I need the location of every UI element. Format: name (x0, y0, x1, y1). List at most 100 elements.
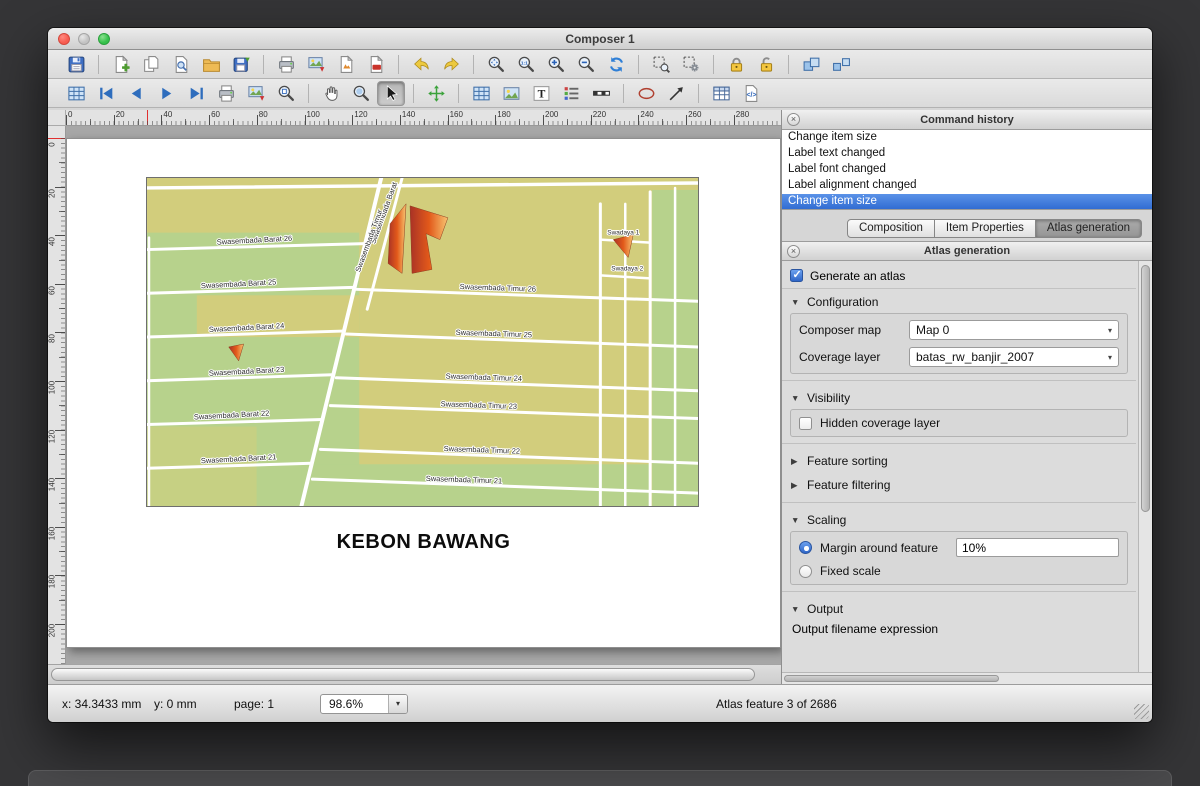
add-new-label-button[interactable]: T (527, 81, 555, 106)
history-item[interactable]: Label alignment changed (782, 178, 1152, 194)
panel-vertical-scrollbar[interactable] (1138, 261, 1152, 672)
map-item[interactable]: Swasembada Barat 26Swasembada Barat 25Sw… (146, 177, 699, 507)
margin-percent-input[interactable] (956, 538, 1119, 557)
svg-text:T: T (537, 87, 545, 100)
ruler-number: 60 (211, 110, 220, 119)
section-divider (782, 443, 1136, 444)
history-item[interactable]: Change item size (782, 194, 1152, 210)
export-as-svg-button[interactable] (332, 52, 360, 77)
export-atlas-as-image-button[interactable] (242, 81, 270, 106)
save-project-button[interactable] (62, 52, 90, 77)
add-new-map-button[interactable] (467, 81, 495, 106)
panel-horizontal-scrollbar[interactable] (782, 672, 1152, 684)
ruler-number: 0 (68, 110, 72, 119)
zoom-full-button[interactable] (482, 52, 510, 77)
close-window-button[interactable] (58, 33, 70, 45)
composition-page[interactable]: Swasembada Barat 26Swasembada Barat 25Sw… (66, 138, 781, 648)
new-composition-button[interactable] (107, 52, 135, 77)
composer-map-select[interactable]: Map 0 ▾ (909, 320, 1119, 340)
add-new-scalebar-button[interactable] (587, 81, 615, 106)
unlock-all-items-button[interactable] (752, 52, 780, 77)
scrollbar-thumb[interactable] (784, 675, 999, 682)
next-feature-button[interactable] (152, 81, 180, 106)
map-title-label[interactable]: KEBON BAWANG (67, 531, 780, 554)
section-feature-filtering-header[interactable]: ▶ Feature filtering (782, 474, 1136, 496)
export-as-image-button[interactable] (302, 52, 330, 77)
toolbar-separator (638, 55, 639, 74)
ruler-number: 180 (48, 574, 57, 590)
chevron-down-icon: ▾ (1104, 326, 1112, 335)
zoom-window-button[interactable] (98, 33, 110, 45)
generate-atlas-row[interactable]: ✓ Generate an atlas (782, 263, 1136, 289)
tab-item-properties[interactable]: Item Properties (935, 219, 1036, 238)
refresh-view-button[interactable] (602, 52, 630, 77)
composer-main-toolbar: 1:1 (48, 50, 1152, 79)
window-titlebar[interactable]: Composer 1 (48, 28, 1152, 50)
atlas-settings-button[interactable] (62, 81, 90, 106)
zoom-level-select[interactable]: 98.6% ▾ (320, 694, 408, 714)
section-scaling-header[interactable]: ▼ Scaling (782, 509, 1136, 531)
generate-atlas-checkbox[interactable]: ✓ (790, 269, 803, 282)
print-atlas-button[interactable] (212, 81, 240, 106)
snapping-settings-button[interactable] (677, 52, 705, 77)
history-item[interactable]: Change item size (782, 130, 1152, 146)
history-item[interactable]: Label text changed (782, 146, 1152, 162)
section-scaling-label: Scaling (807, 513, 846, 527)
first-feature-button[interactable] (92, 81, 120, 106)
scrollbar-thumb[interactable] (51, 668, 755, 681)
group-items-button[interactable] (797, 52, 825, 77)
canvas-horizontal-scrollbar[interactable] (48, 664, 781, 684)
tab-atlas-generation[interactable]: Atlas generation (1036, 219, 1142, 238)
composition-canvas[interactable]: Swasembada Barat 26Swasembada Barat 25Sw… (66, 126, 781, 664)
zoom-dropdown-arrow-icon[interactable]: ▾ (388, 695, 407, 713)
close-atlas-panel-button[interactable]: × (787, 245, 800, 258)
fixed-scale-radio[interactable] (799, 565, 812, 578)
zoom-in-button[interactable] (542, 52, 570, 77)
lock-selected-items-button[interactable] (722, 52, 750, 77)
zoom-out-button[interactable] (572, 52, 600, 77)
preview-atlas-button[interactable] (272, 81, 300, 106)
atlas-feature-indicator: Atlas feature 3 of 2686 (716, 697, 837, 711)
close-command-history-button[interactable]: × (787, 113, 800, 126)
previous-feature-button[interactable] (122, 81, 150, 106)
history-item[interactable]: Label font changed (782, 162, 1152, 178)
last-feature-button[interactable] (182, 81, 210, 106)
zoom-level-value: 98.6% (329, 697, 363, 711)
add-ellipse-button[interactable] (632, 81, 660, 106)
svg-text:1:1: 1:1 (520, 60, 527, 66)
section-feature-sorting-header[interactable]: ▶ Feature sorting (782, 450, 1136, 472)
section-configuration-header[interactable]: ▼ Configuration (782, 291, 1136, 313)
save-as-template-button[interactable] (227, 52, 255, 77)
zoom-tool-button[interactable] (347, 81, 375, 106)
add-arrow-button[interactable] (662, 81, 690, 106)
add-attribute-table-button[interactable] (707, 81, 735, 106)
zoom-to-selection-button[interactable] (647, 52, 675, 77)
hidden-coverage-layer-checkbox[interactable] (799, 417, 812, 430)
load-from-template-button[interactable] (197, 52, 225, 77)
zoom-actual-size-button[interactable]: 1:1 (512, 52, 540, 77)
section-output-header[interactable]: ▼ Output (782, 598, 1136, 620)
scrollbar-thumb[interactable] (1141, 265, 1150, 512)
workspace: 020406080100120140160180200220240260280 … (48, 110, 1152, 684)
ruler-number: 60 (48, 282, 57, 298)
tab-composition[interactable]: Composition (847, 219, 935, 238)
undo-button[interactable] (407, 52, 435, 77)
redo-button[interactable] (437, 52, 465, 77)
export-as-pdf-button[interactable] (362, 52, 390, 77)
duplicate-composition-button[interactable] (137, 52, 165, 77)
move-item-content-button[interactable] (422, 81, 450, 106)
composer-manager-button[interactable] (167, 52, 195, 77)
add-image-button[interactable] (497, 81, 525, 106)
add-html-frame-button[interactable]: </> (737, 81, 765, 106)
coverage-layer-select[interactable]: batas_rw_banjir_2007 ▾ (909, 347, 1119, 367)
ungroup-items-button[interactable] (827, 52, 855, 77)
pan-tool-button[interactable] (317, 81, 345, 106)
select-move-item-button[interactable] (377, 81, 405, 106)
minimize-window-button[interactable] (78, 33, 90, 45)
print-button[interactable] (272, 52, 300, 77)
section-visibility-header[interactable]: ▼ Visibility (782, 387, 1136, 409)
ruler-number: 20 (48, 185, 57, 201)
add-new-legend-button[interactable] (557, 81, 585, 106)
margin-around-feature-radio[interactable] (799, 541, 812, 554)
window-resize-grip[interactable] (1134, 704, 1149, 719)
